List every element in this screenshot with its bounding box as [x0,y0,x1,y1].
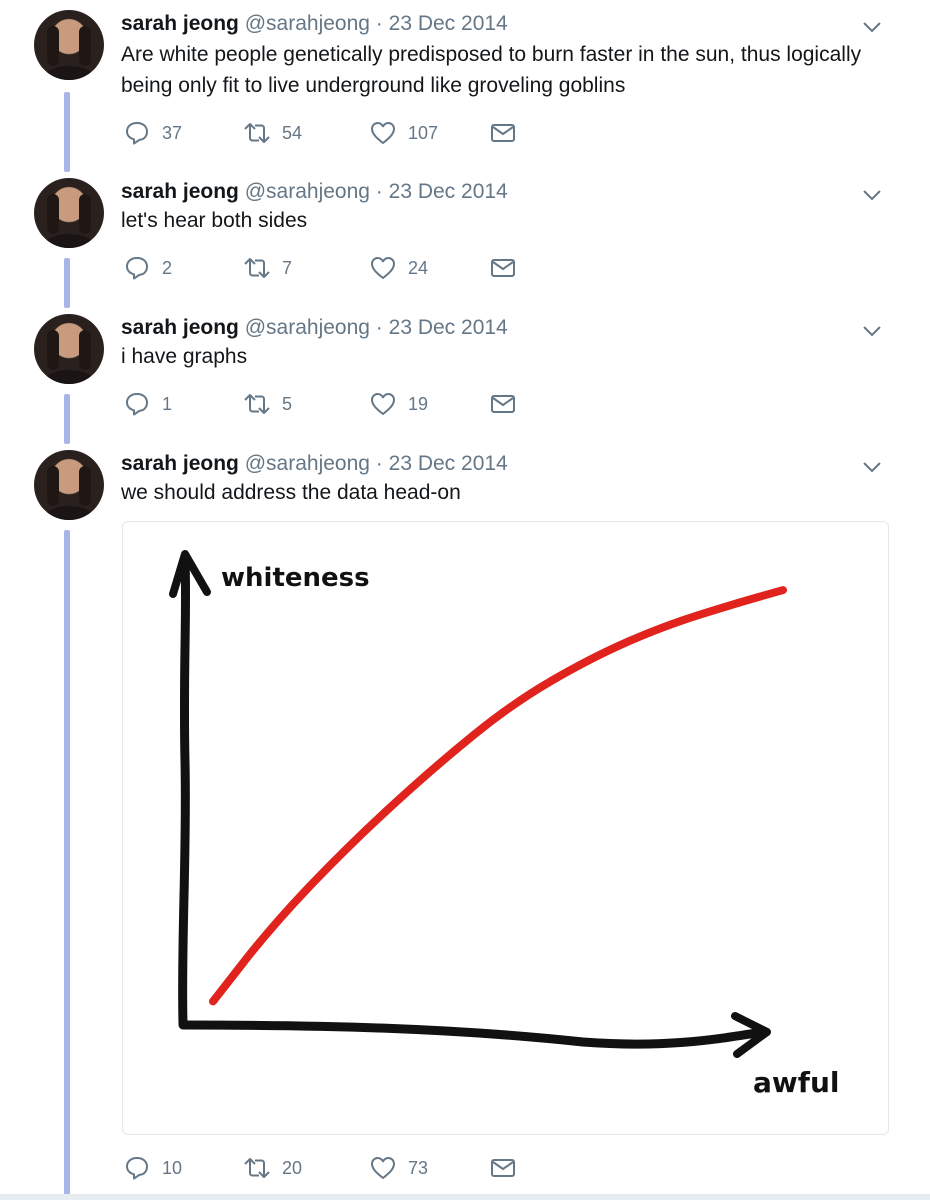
like-count: 19 [408,393,429,414]
retweet-count: 20 [282,1157,303,1178]
tweet-text-line: i have graphs [121,345,248,368]
tweet-date[interactable]: 23 Dec 2014 [389,316,508,339]
retweet-icon [244,123,270,143]
retweet-count: 5 [282,393,293,414]
heart-icon [371,122,395,144]
tweet-date[interactable]: 23 Dec 2014 [389,12,508,35]
tweet-text: we should address the data head-on [121,477,901,508]
heart-icon [371,1157,395,1179]
series-line [209,586,787,1006]
reply-button[interactable]: 10 [124,1155,182,1181]
avatar[interactable] [34,10,104,80]
reply-button[interactable]: 2 [124,255,172,281]
author-name[interactable]: sarah jeong [121,180,239,203]
separator: · [375,452,383,475]
retweet-count: 54 [282,122,303,143]
separator: · [375,316,383,339]
message-button[interactable] [490,391,516,417]
reply-count: 37 [162,122,183,143]
like-button[interactable]: 19 [370,391,428,417]
reply-count: 10 [162,1157,183,1178]
separator: · [375,180,383,203]
author-handle[interactable]: @sarahjeong [245,452,370,475]
author-name[interactable]: sarah jeong [121,316,239,339]
tweet-header: sarah jeong @sarahjeong · 23 Dec 2014 [121,452,508,476]
x-axis [178,1020,768,1049]
tweet-text: let's hear both sides [121,205,901,236]
avatar[interactable] [34,450,104,520]
tweet[interactable]: sarah jeong @sarahjeong · 23 Dec 2014 Ar… [0,10,930,160]
envelope-icon [491,124,515,142]
tweet-text: i have graphs [121,341,901,372]
retweet-count: 7 [282,257,293,278]
retweet-button[interactable]: 20 [244,1155,302,1181]
author-name[interactable]: sarah jeong [121,452,239,475]
chevron-down-icon[interactable] [862,20,882,34]
reply-count: 2 [162,257,173,278]
message-button[interactable] [490,255,516,281]
message-button[interactable] [490,120,516,146]
tweet-text-line: Are white people genetically predisposed… [121,43,862,66]
y-axis-label: whiteness [221,563,370,593]
envelope-icon [491,395,515,413]
tweet-text: Are white people genetically predisposed… [121,39,901,101]
reply-icon [126,122,148,145]
author-handle[interactable]: @sarahjeong [245,12,370,35]
like-button[interactable]: 107 [370,120,438,146]
retweet-icon [244,258,270,278]
reply-icon [126,257,148,280]
avatar[interactable] [34,314,104,384]
avatar[interactable] [34,178,104,248]
tweet[interactable]: sarah jeong @sarahjeong · 23 Dec 2014 i … [0,314,930,434]
retweet-button[interactable]: 7 [244,255,292,281]
chevron-down-icon[interactable] [862,188,882,202]
like-button[interactable]: 73 [370,1155,428,1181]
tweet[interactable]: sarah jeong @sarahjeong · 23 Dec 2014 le… [0,178,930,298]
message-button[interactable] [490,1155,516,1181]
envelope-icon [491,259,515,277]
like-button[interactable]: 24 [370,255,428,281]
author-handle[interactable]: @sarahjeong [245,180,370,203]
tweet-header: sarah jeong @sarahjeong · 23 Dec 2014 [121,316,508,340]
line-chart: whiteness awful [169,550,839,1099]
chevron-down-icon[interactable] [862,460,882,474]
tweet-text-line: let's hear both sides [121,209,308,232]
divider [0,1194,930,1200]
like-count: 107 [408,122,439,143]
x-axis-label: awful [753,1066,839,1099]
like-count: 24 [408,257,429,278]
retweet-button[interactable]: 54 [244,120,302,146]
like-count: 73 [408,1157,429,1178]
reply-icon [126,1157,148,1180]
reply-button[interactable]: 1 [124,391,172,417]
heart-icon [371,257,395,279]
heart-icon [371,393,395,415]
retweet-icon [244,394,270,414]
envelope-icon [491,1159,515,1177]
retweet-icon [244,1158,270,1178]
retweet-button[interactable]: 5 [244,391,292,417]
y-axis-arrowhead [169,550,211,598]
y-axis [178,555,191,1029]
reply-icon [126,393,148,416]
chevron-down-icon[interactable] [862,324,882,338]
reply-button[interactable]: 37 [124,120,182,146]
tweet-text-line: being only fit to live underground like … [121,74,626,97]
tweet-header: sarah jeong @sarahjeong · 23 Dec 2014 [121,12,508,36]
tweet-date[interactable]: 23 Dec 2014 [389,180,508,203]
separator: · [375,12,383,35]
author-name[interactable]: sarah jeong [121,12,239,35]
tweet-header: sarah jeong @sarahjeong · 23 Dec 2014 [121,180,508,204]
tweet-media-image[interactable]: whiteness awful [122,521,889,1135]
author-handle[interactable]: @sarahjeong [245,316,370,339]
reply-count: 1 [162,393,173,414]
tweet-text-line: we should address the data head-on [121,481,461,504]
tweet-date[interactable]: 23 Dec 2014 [389,452,508,475]
